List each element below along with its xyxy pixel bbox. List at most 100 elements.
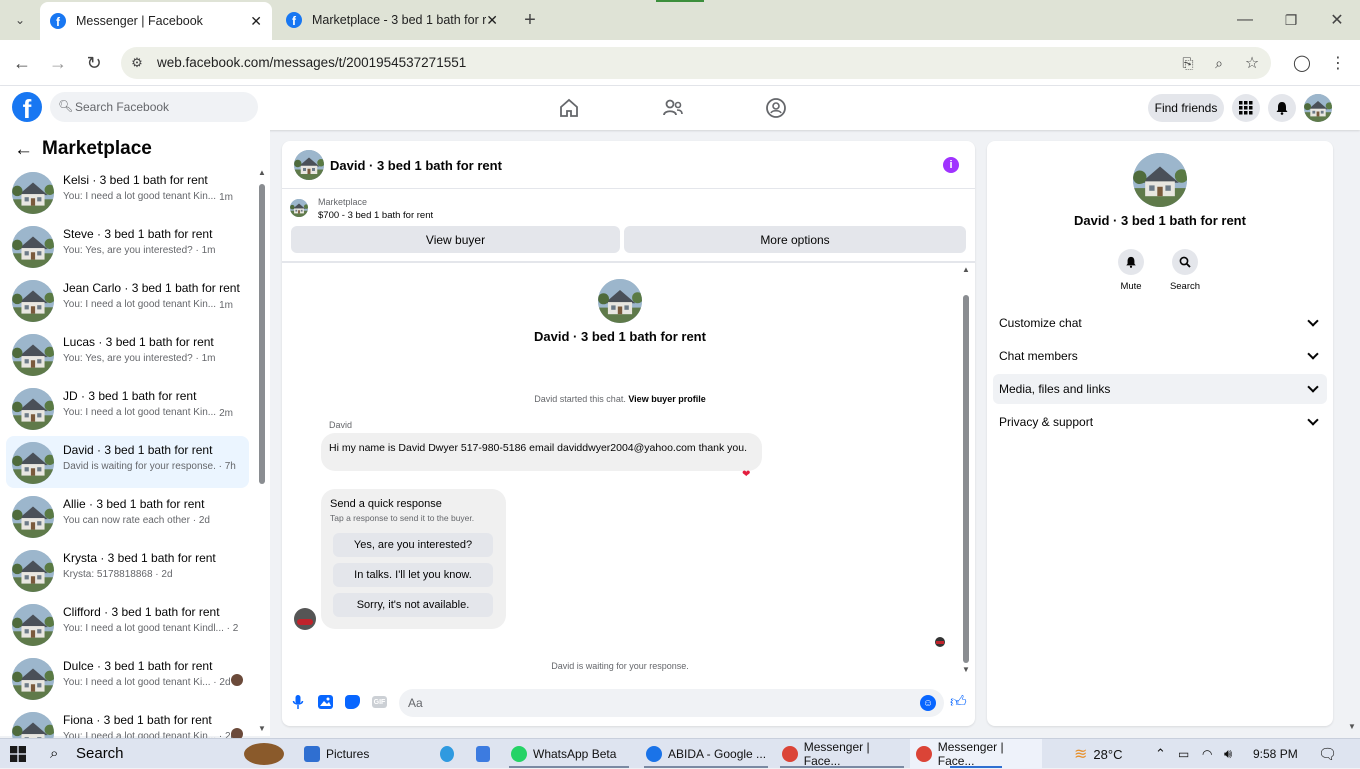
message-bubble[interactable]: Hi my name is David Dwyer 517-980-5186 e…	[321, 433, 762, 471]
conversation-item[interactable]: Allie · 3 bed 1 bath for rent You can now…	[6, 490, 249, 542]
taskbar-keyboard[interactable]	[476, 739, 496, 769]
new-tab-icon[interactable]: +	[518, 8, 542, 32]
page-scroll-down-arrow[interactable]: ▼	[1348, 722, 1356, 731]
tray-volume-icon[interactable]: 🔊︎	[1224, 739, 1232, 769]
taskbar-search[interactable]: ⌕ Search	[38, 739, 286, 769]
address-bar[interactable]: ⚙ web.facebook.com/messages/t/2001954537…	[121, 47, 1271, 79]
tray-chevron-up-icon[interactable]: ⌃	[1155, 739, 1166, 769]
groups-icon[interactable]	[764, 96, 788, 120]
taskbar-messenger-2[interactable]: Messenger | Face...	[910, 739, 1042, 769]
conversation-item[interactable]: Kelsi · 3 bed 1 bath for rent You: I need…	[6, 166, 249, 218]
conversation-name: Fiona · 3 bed 1 bath for rent	[63, 713, 212, 727]
profile-icon[interactable]: ◯	[1290, 51, 1314, 75]
close-tab-icon[interactable]: ✕	[250, 13, 262, 30]
heart-reaction-icon[interactable]: ❤	[742, 469, 750, 480]
sender-name: David	[329, 420, 353, 430]
privacy-support-row[interactable]: Privacy & support	[993, 407, 1327, 437]
search-in-chat-button[interactable]: Search	[1168, 249, 1202, 295]
chrome-menu-icon[interactable]: ⋮	[1326, 51, 1350, 75]
listing-price[interactable]: $700 - 3 bed 1 bath for rent	[318, 210, 433, 221]
taskbar-messenger-1[interactable]: Messenger | Face...	[776, 739, 908, 769]
back-icon[interactable]: ←	[10, 51, 34, 75]
details-avatar[interactable]	[1133, 153, 1187, 207]
bookmark-star-icon[interactable]: ☆	[1240, 51, 1264, 75]
tab-messenger[interactable]: f Messenger | Facebook ✕	[40, 2, 272, 40]
quick-response-option[interactable]: In talks. I'll let you know.	[333, 563, 493, 587]
site-info-icon[interactable]: ⚙	[125, 51, 149, 75]
conversation-item[interactable]: Clifford · 3 bed 1 bath for rent You: I n…	[6, 598, 249, 650]
weather-widget[interactable]: ≋ 28°C	[1074, 739, 1144, 769]
conversation-item[interactable]: Krysta · 3 bed 1 bath for rent Krysta: 51…	[6, 544, 249, 596]
emoji-icon[interactable]: ☺	[920, 695, 936, 711]
notification-center-icon[interactable]: 🗨︎	[1318, 739, 1337, 769]
windows-start-icon[interactable]	[10, 746, 26, 762]
search-icon: ⌕	[50, 745, 59, 762]
taskbar-abida[interactable]: ABIDA - Google ...	[640, 739, 772, 769]
chat-avatar[interactable]	[294, 150, 324, 180]
account-avatar[interactable]	[1304, 94, 1332, 122]
quick-response-option[interactable]: Yes, are you interested?	[333, 533, 493, 557]
close-window-icon[interactable]: ✕	[1325, 8, 1349, 32]
taskbar-pictures[interactable]: Pictures	[296, 739, 434, 769]
folder-icon	[304, 746, 320, 762]
intro-avatar[interactable]	[598, 279, 642, 323]
menu-grid-icon[interactable]	[1232, 94, 1260, 122]
gif-icon[interactable]: GIF	[372, 696, 387, 708]
back-arrow-icon[interactable]: ←	[14, 139, 33, 161]
customize-chat-row[interactable]: Customize chat	[993, 308, 1327, 338]
photo-icon[interactable]	[318, 695, 333, 709]
restore-icon[interactable]: ❐	[1279, 8, 1303, 32]
conversation-item[interactable]: Jean Carlo · 3 bed 1 bath for rent You: I…	[6, 274, 249, 326]
microphone-icon[interactable]	[292, 694, 304, 710]
tray-battery-icon[interactable]: ▭	[1178, 739, 1189, 769]
conversation-item[interactable]: Steve · 3 bed 1 bath for rent You: Yes, a…	[6, 220, 249, 272]
info-icon[interactable]: i	[943, 157, 959, 173]
scroll-up-arrow[interactable]: ▲	[962, 265, 970, 274]
friends-icon[interactable]	[661, 96, 685, 120]
tab-marketplace[interactable]: f Marketplace - 3 bed 1 bath for r ✕	[278, 0, 506, 40]
scroll-down-arrow[interactable]: ▼	[258, 724, 266, 733]
zoom-icon[interactable]: ⌕	[1207, 51, 1231, 75]
more-options-label: More options	[760, 232, 830, 247]
tray-wifi-icon[interactable]: ◠	[1202, 739, 1212, 769]
conversation-item[interactable]: JD · 3 bed 1 bath for rent You: I need a …	[6, 382, 249, 434]
sender-small-avatar[interactable]	[294, 608, 316, 630]
listing-thumbnail[interactable]	[290, 199, 308, 217]
taskbar-edge[interactable]	[440, 739, 460, 769]
search-facebook-input[interactable]: 🔍︎ Search Facebook	[50, 92, 258, 122]
seen-avatar	[935, 637, 945, 647]
facebook-logo-icon[interactable]: f	[12, 92, 42, 122]
conversation-avatar	[12, 442, 54, 484]
more-options-button[interactable]: More options	[624, 226, 966, 253]
conversation-item[interactable]: David · 3 bed 1 bath for rent David is wa…	[6, 436, 249, 488]
conversation-item[interactable]: Dulce · 3 bed 1 bath for rent You: I need…	[6, 652, 249, 704]
scrollbar-track[interactable]: ▲ ▼	[258, 168, 266, 733]
scroll-down-arrow[interactable]: ▼	[962, 665, 970, 674]
scroll-up-arrow[interactable]: ▲	[258, 168, 266, 177]
tab-search-dropdown-icon[interactable]: ⌄	[8, 8, 32, 32]
view-buyer-profile-link[interactable]: View buyer profile	[628, 394, 705, 404]
notifications-bell-icon[interactable]	[1268, 94, 1296, 122]
clock[interactable]: 9:58 PM	[1253, 739, 1298, 769]
scrollbar-thumb[interactable]	[259, 184, 265, 484]
chat-members-row[interactable]: Chat members	[993, 341, 1327, 371]
chat-title[interactable]: David · 3 bed 1 bath for rent	[330, 158, 502, 173]
view-buyer-button[interactable]: View buyer	[291, 226, 620, 253]
mute-button[interactable]: Mute	[1116, 249, 1146, 295]
conversation-item[interactable]: Lucas · 3 bed 1 bath for rent You: Yes, a…	[6, 328, 249, 380]
reload-icon[interactable]: ↻	[82, 51, 106, 75]
taskbar-whatsapp[interactable]: WhatsApp Beta	[505, 739, 633, 769]
message-input[interactable]: Aa ☺	[399, 689, 944, 717]
find-friends-button[interactable]: Find friends	[1148, 94, 1224, 122]
chat-scrollbar[interactable]: ▲ ▼	[962, 265, 970, 675]
like-thumbs-up-icon[interactable]: 👍︎	[950, 693, 967, 712]
forward-icon[interactable]: →	[46, 51, 70, 75]
quick-response-option[interactable]: Sorry, it's not available.	[333, 593, 493, 617]
home-icon[interactable]	[557, 96, 581, 120]
install-app-icon[interactable]: ⎘	[1176, 51, 1200, 75]
minimize-icon[interactable]: —	[1233, 8, 1257, 32]
close-tab-icon[interactable]: ✕	[486, 12, 498, 29]
scrollbar-thumb[interactable]	[963, 295, 969, 663]
sticker-icon[interactable]	[345, 695, 360, 709]
media-files-links-row[interactable]: Media, files and links	[993, 374, 1327, 404]
